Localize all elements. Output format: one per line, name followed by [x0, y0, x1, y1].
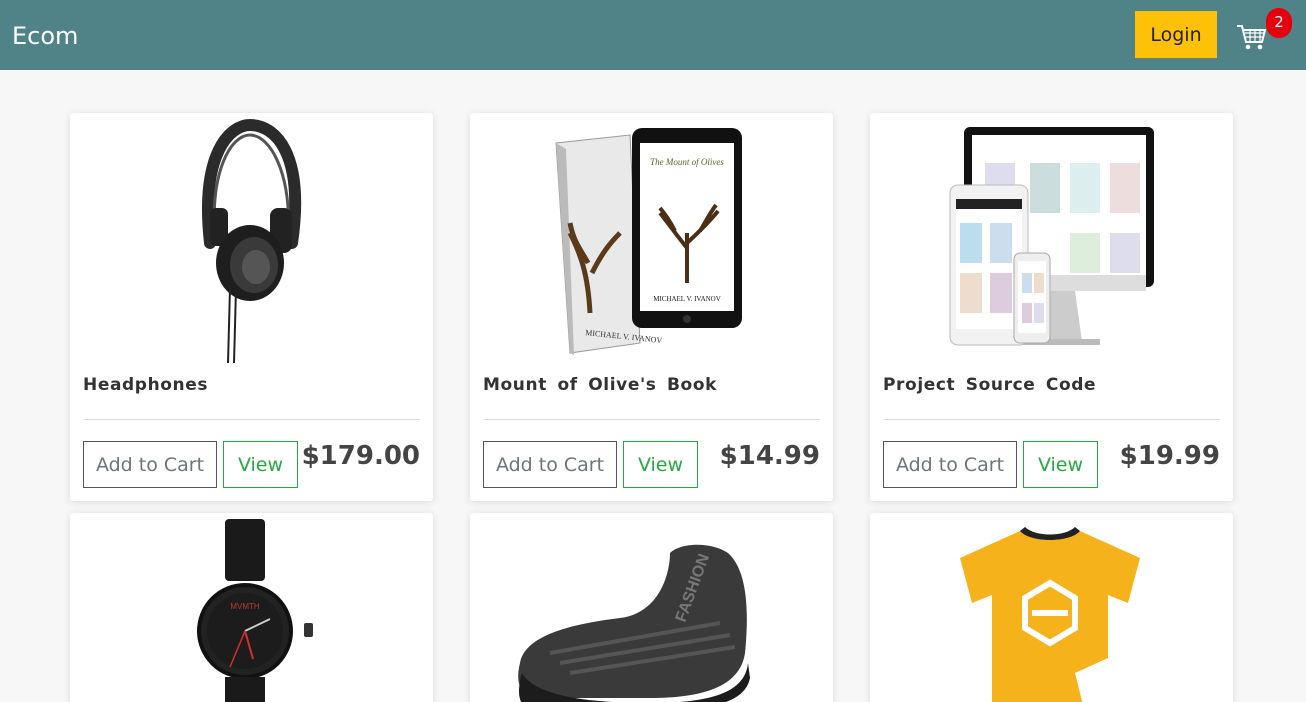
view-button[interactable]: View	[1023, 441, 1098, 488]
product-card: MICHAEL V. IVANOV The Mount of Olives MI…	[470, 113, 833, 501]
login-button[interactable]: Login	[1135, 11, 1217, 58]
product-card: FASHION	[470, 513, 833, 702]
watch-brand-text: MVMTH	[230, 602, 260, 611]
brand-link[interactable]: Ecom	[12, 21, 78, 51]
divider	[883, 419, 1220, 420]
product-card: Headphones Add to Cart View $179.00	[70, 113, 433, 501]
product-card	[870, 513, 1233, 702]
product-title: Project Source Code	[883, 375, 1097, 395]
product-card: Project Source Code Add to Cart View $19…	[870, 113, 1233, 501]
product-price: $19.99	[1119, 441, 1220, 471]
book-cover-author: MICHAEL V. IVANOV	[653, 295, 721, 303]
product-price: $179.00	[301, 441, 420, 471]
product-image-devices[interactable]	[870, 113, 1233, 363]
divider	[483, 419, 820, 420]
shopping-cart-icon	[1237, 25, 1267, 50]
book-cover-title: The Mount of Olives	[650, 157, 724, 167]
view-button[interactable]: View	[623, 441, 698, 488]
add-to-cart-button[interactable]: Add to Cart	[83, 441, 217, 488]
product-image-headphones[interactable]	[70, 113, 433, 363]
product-image-book[interactable]: MICHAEL V. IVANOV The Mount of Olives MI…	[470, 113, 833, 363]
cart-button[interactable]	[1236, 20, 1268, 52]
product-title: Mount of Olive's Book	[483, 375, 718, 395]
add-to-cart-button[interactable]: Add to Cart	[883, 441, 1017, 488]
product-image-shoe[interactable]: FASHION	[470, 513, 833, 702]
divider	[83, 419, 420, 420]
product-title: Headphones	[83, 375, 209, 395]
add-to-cart-button[interactable]: Add to Cart	[483, 441, 617, 488]
view-button[interactable]: View	[223, 441, 298, 488]
cart-count-badge: 2	[1266, 8, 1292, 38]
product-card: MVMTH	[70, 513, 433, 702]
navbar: Ecom Login 2	[0, 0, 1306, 70]
product-image-tshirt[interactable]	[870, 513, 1233, 702]
product-image-watch[interactable]: MVMTH	[70, 513, 433, 702]
product-price: $14.99	[719, 441, 820, 471]
